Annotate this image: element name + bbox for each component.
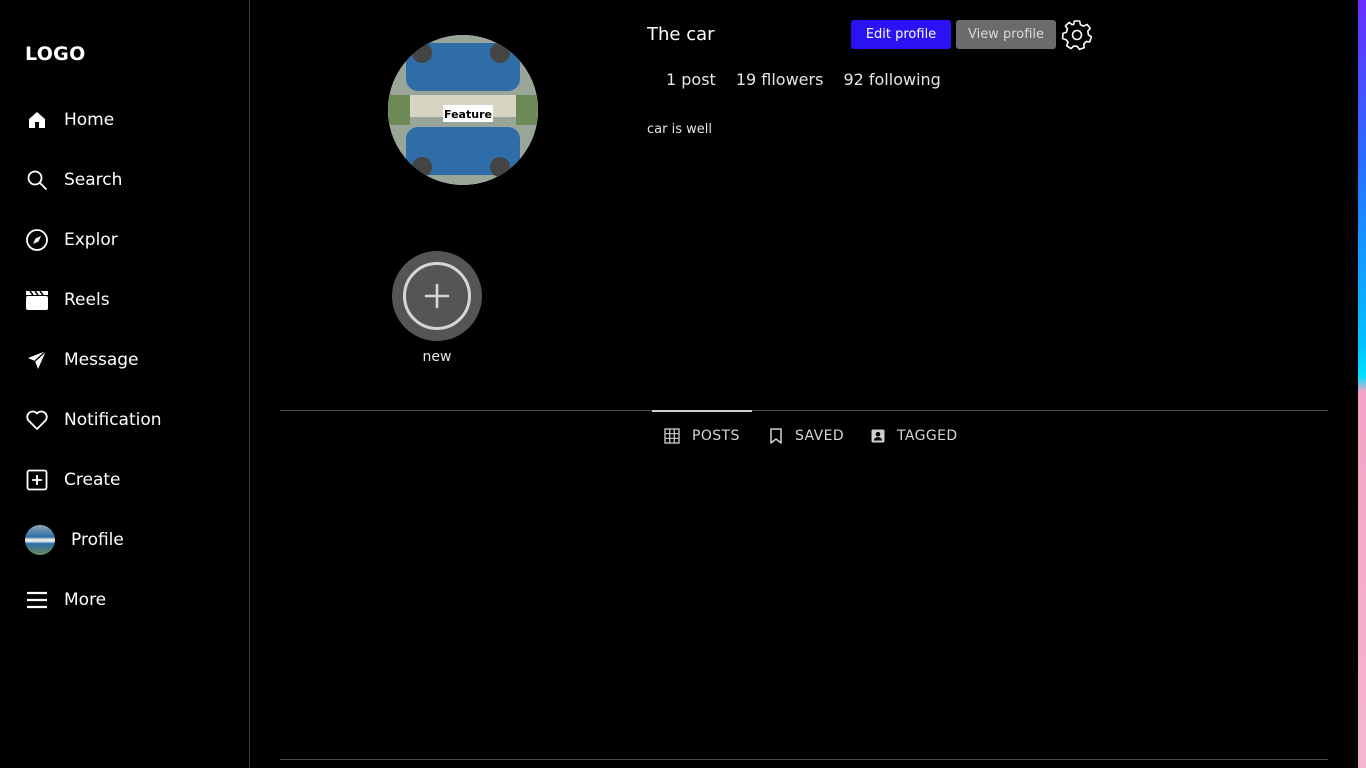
profile-avatar[interactable]: Feature — [388, 35, 538, 185]
sidebar-item-label: Profile — [71, 530, 124, 550]
followers-count[interactable]: 19 fllowers — [736, 70, 824, 89]
tabs-divider — [280, 410, 1328, 411]
content-bottom-divider — [280, 759, 1328, 760]
profile-bio: car is well — [647, 122, 712, 137]
sidebar-item-reels[interactable]: Reels — [25, 282, 235, 318]
tab-tagged[interactable]: TAGGED — [871, 425, 958, 447]
sidebar-item-label: Notification — [64, 410, 162, 430]
sidebar-item-label: Message — [64, 350, 139, 370]
following-count[interactable]: 92 following — [843, 70, 940, 89]
logo[interactable]: LOGO — [25, 43, 86, 65]
search-icon — [25, 168, 49, 192]
gear-icon[interactable] — [1060, 18, 1094, 52]
sidebar-item-more[interactable]: More — [25, 582, 235, 618]
send-icon — [25, 348, 49, 372]
avatar — [25, 525, 55, 555]
plus-square-icon — [25, 468, 49, 492]
clapperboard-icon — [25, 288, 49, 312]
heart-icon — [25, 408, 49, 432]
posts-count[interactable]: 1 post — [666, 70, 716, 89]
home-icon — [25, 108, 49, 132]
sidebar-item-explor[interactable]: Explor — [25, 222, 235, 258]
tag-person-icon — [871, 429, 885, 443]
sidebar-item-label: More — [64, 590, 107, 610]
tab-label: POSTS — [692, 428, 740, 444]
view-profile-button[interactable]: View profile — [956, 20, 1056, 49]
tab-saved[interactable]: SAVED — [769, 425, 844, 447]
sidebar-item-home[interactable]: Home — [25, 102, 235, 138]
sidebar-item-label: Create — [64, 470, 121, 490]
tab-label: TAGGED — [897, 428, 958, 444]
sidebar-item-label: Reels — [64, 290, 110, 310]
bookmark-icon — [769, 428, 783, 444]
profile-main: Feature The car Edit profile View profil… — [250, 0, 1356, 768]
edit-profile-button[interactable]: Edit profile — [851, 20, 951, 49]
new-highlight-label: new — [422, 349, 452, 365]
sidebar-item-search[interactable]: Search — [25, 162, 235, 198]
sidebar-item-label: Search — [64, 170, 123, 190]
tab-label: SAVED — [795, 428, 845, 444]
grid-icon — [664, 428, 680, 444]
sidebar-item-create[interactable]: Create — [25, 462, 235, 498]
profile-stats: 1 post 19 fllowers 92 following — [666, 70, 961, 89]
menu-icon — [25, 588, 49, 612]
sidebar-item-notification[interactable]: Notification — [25, 402, 235, 438]
profile-tabs: POSTS SAVED TAGGED — [250, 425, 1356, 447]
sidebar-item-message[interactable]: Message — [25, 342, 235, 378]
sidebar-item-label: Home — [64, 110, 115, 130]
sidebar: LOGO Home Search Explor Reels Message No… — [0, 0, 250, 768]
new-highlight-button[interactable] — [392, 251, 482, 341]
sidebar-item-label: Explor — [64, 230, 118, 250]
plus-icon — [403, 262, 471, 330]
compass-icon — [25, 228, 49, 252]
active-tab-indicator — [652, 410, 752, 412]
profile-username: The car — [647, 24, 715, 45]
sidebar-item-profile[interactable]: Profile — [25, 522, 235, 558]
tab-posts[interactable]: POSTS — [664, 425, 740, 447]
scrollbar[interactable] — [1358, 0, 1366, 768]
avatar-feature-text: Feature — [444, 108, 492, 121]
